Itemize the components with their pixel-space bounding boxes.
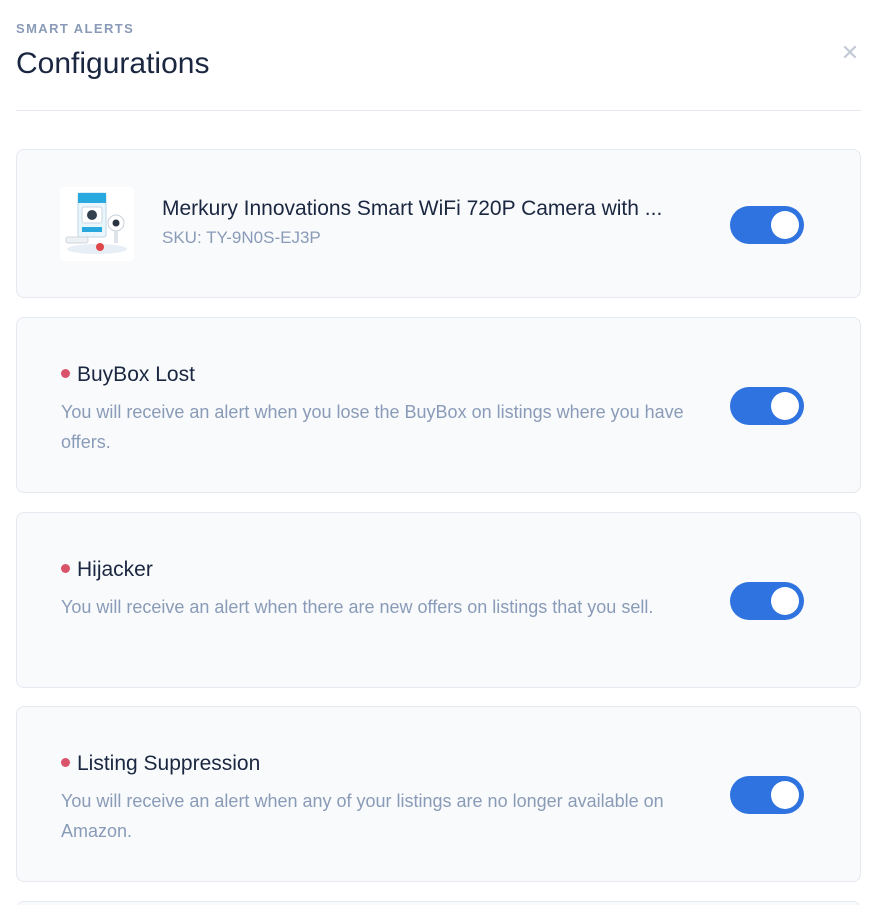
product-name: Merkury Innovations Smart WiFi 720P Came… (162, 197, 663, 220)
status-dot-icon (61, 564, 70, 573)
alert-title: Listing Suppression (61, 752, 260, 776)
toggle-knob (771, 587, 799, 615)
alert-title: Hijacker (61, 558, 153, 582)
smart-alerts-panel: SMART ALERTS Configurations ✕ Merkury In… (0, 0, 876, 905)
product-sku: SKU: TY-9N0S-EJ3P (162, 228, 321, 247)
toggle-knob (771, 781, 799, 809)
alert-card-next (16, 901, 861, 905)
listing-suppression-toggle[interactable] (730, 776, 804, 814)
alert-title-text: Listing Suppression (77, 752, 261, 775)
buybox-lost-toggle[interactable] (730, 387, 804, 425)
alert-description: You will receive an alert when any of yo… (61, 791, 664, 841)
alert-title-text: BuyBox Lost (77, 363, 195, 386)
alert-card-buybox-lost: BuyBox Lost You will receive an alert wh… (16, 317, 861, 493)
status-dot-icon (61, 758, 70, 767)
close-icon[interactable]: ✕ (839, 40, 861, 66)
section-eyebrow: SMART ALERTS (16, 21, 135, 36)
product-image (60, 187, 134, 261)
alert-card-listing-suppression: Listing Suppression You will receive an … (16, 706, 861, 882)
product-card: Merkury Innovations Smart WiFi 720P Came… (16, 149, 861, 298)
hijacker-toggle[interactable] (730, 582, 804, 620)
alert-description: You will receive an alert when you lose … (61, 402, 684, 452)
alert-title: BuyBox Lost (61, 363, 195, 387)
product-alerts-toggle[interactable] (730, 206, 804, 244)
alert-title-text: Hijacker (77, 558, 153, 581)
alert-description: You will receive an alert when there are… (61, 597, 654, 617)
status-dot-icon (61, 369, 70, 378)
alert-card-hijacker: Hijacker You will receive an alert when … (16, 512, 861, 688)
toggle-knob (771, 392, 799, 420)
panel-header: SMART ALERTS Configurations ✕ (16, 0, 861, 111)
toggle-knob (771, 211, 799, 239)
page-title: Configurations (16, 47, 210, 80)
